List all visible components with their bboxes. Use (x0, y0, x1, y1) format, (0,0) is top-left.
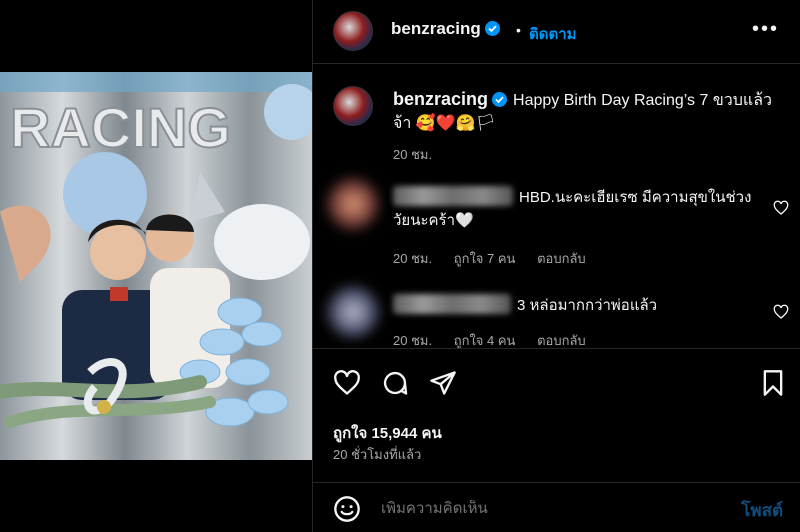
comment-text: 3 หล่อมากกว่าพ่อแล้ว (517, 297, 658, 314)
svg-text:RACING: RACING (10, 96, 231, 159)
post-header: benzracing • ติดตาม ••• (313, 0, 800, 64)
follow-button[interactable]: ติดตาม (529, 22, 577, 46)
heart-icon[interactable] (333, 369, 361, 397)
post-photo[interactable]: RACING (0, 72, 312, 460)
comment-heart-icon[interactable] (773, 200, 789, 216)
blurred-username[interactable] (393, 186, 513, 206)
emoji-icon[interactable] (333, 495, 361, 523)
post-actions: ถูกใจ 15,944 คน 20 ชั่วโมงที่แล้ว (313, 348, 800, 468)
post-comment-button[interactable]: โพสต์ (741, 497, 783, 524)
comment-text-block: 3 หล่อมากกว่าพ่อแล้ว (393, 294, 753, 317)
comment-icon[interactable] (381, 369, 409, 397)
verified-badge-icon (492, 92, 508, 107)
caption-username[interactable]: benzracing (393, 89, 488, 109)
blurred-username[interactable] (393, 294, 511, 314)
commenter-avatar[interactable] (327, 286, 379, 338)
comment-heart-icon[interactable] (773, 304, 789, 320)
author-avatar[interactable] (333, 11, 373, 51)
comment-time: 20 ชม. (393, 333, 433, 348)
post-caption: benzracing Happy Birth Day Racing’s 7 ขวบ… (313, 64, 800, 168)
comment-text-block: HBD.นะคะเฮียเรซ มีความสุขในช่วงวัยนะคร้า… (393, 186, 753, 232)
reply-button[interactable]: ตอบกลับ (537, 333, 586, 348)
bookmark-icon[interactable] (759, 369, 787, 397)
caption-author-avatar[interactable] (333, 86, 373, 126)
post-photo-illustration: RACING (0, 72, 312, 460)
author-username: benzracing (391, 19, 481, 38)
caption-timestamp: 20 ชม. (393, 147, 433, 162)
more-options-icon[interactable]: ••• (752, 18, 779, 41)
post-media-panel: RACING (0, 0, 312, 532)
post-timestamp: 20 ชั่วโมงที่แล้ว (333, 447, 422, 462)
caption-text-block: benzracing Happy Birth Day Racing’s 7 ขวบ… (393, 88, 783, 135)
comment-meta: 20 ชม. ถูกใจ 7 คน ตอบกลับ (393, 248, 604, 269)
add-comment-bar: โพสต์ (313, 482, 800, 532)
comment-likes[interactable]: ถูกใจ 7 คน (454, 251, 516, 266)
share-icon[interactable] (429, 369, 457, 397)
comment-item: HBD.นะคะเฮียเรซ มีความสุขในช่วงวัยนะคร้า… (313, 176, 800, 266)
author-username-link[interactable]: benzracing (391, 19, 500, 39)
add-comment-input[interactable] (381, 500, 701, 517)
header-separator: • (516, 22, 521, 38)
comment-time: 20 ชม. (393, 251, 433, 266)
comment-likes[interactable]: ถูกใจ 4 คน (454, 333, 516, 348)
like-count[interactable]: ถูกใจ 15,944 คน (333, 421, 442, 445)
commenter-avatar[interactable] (327, 178, 379, 230)
reply-button[interactable]: ตอบกลับ (537, 251, 586, 266)
verified-badge-icon (484, 21, 500, 36)
post-details-panel: benzracing • ติดตาม ••• benzracing Happy … (312, 0, 800, 532)
